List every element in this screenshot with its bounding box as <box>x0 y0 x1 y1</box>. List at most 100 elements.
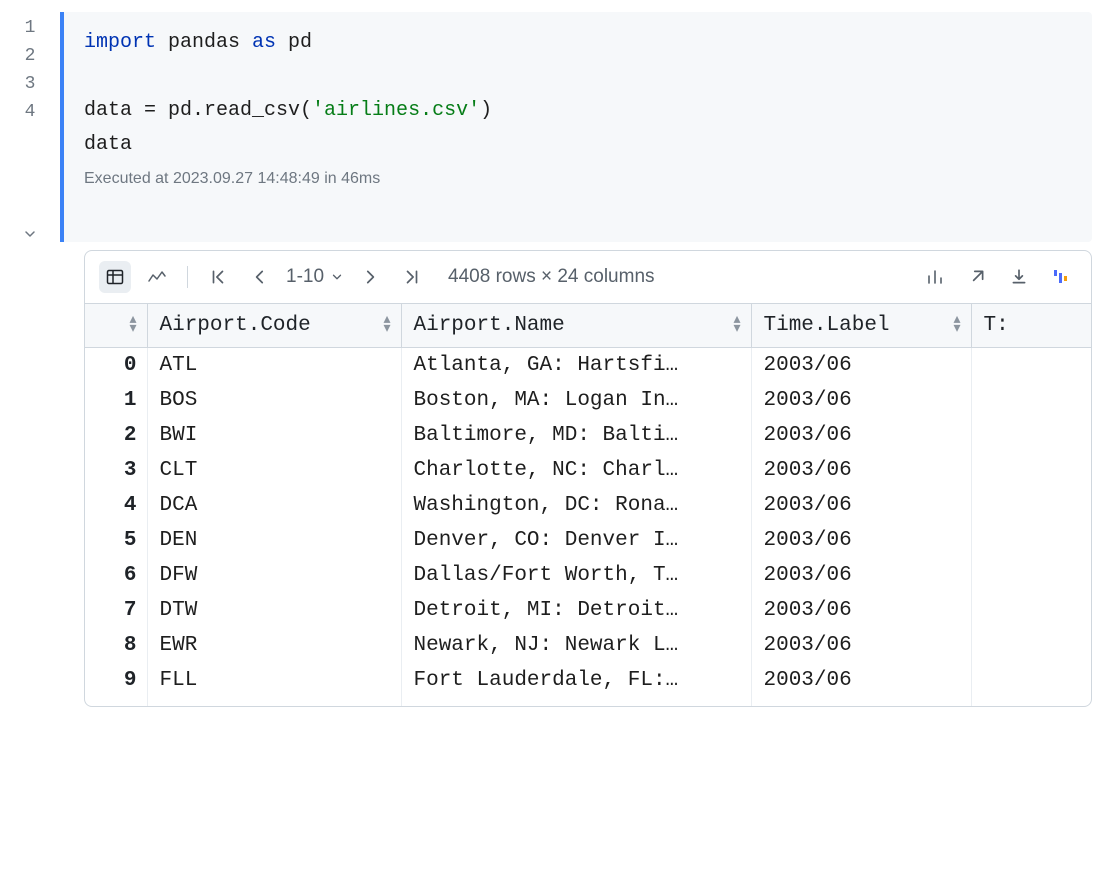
cell-airport-code: DCA <box>147 488 401 523</box>
table-row[interactable]: 1BOSBoston, MA: Logan In…2003/06 <box>85 383 1091 418</box>
first-page-button[interactable] <box>202 261 234 293</box>
gutter: 1 2 3 4 <box>0 0 60 242</box>
row-index: 6 <box>85 558 147 593</box>
cell-time-label: 2003/06 <box>751 663 971 706</box>
cell-truncated <box>971 523 1091 558</box>
cell-airport-code: DTW <box>147 593 401 628</box>
chevron-down-icon <box>330 270 344 284</box>
cell-time-label: 2003/06 <box>751 523 971 558</box>
last-page-button[interactable] <box>396 261 428 293</box>
table-row[interactable]: 7DTWDetroit, MI: Detroit…2003/06 <box>85 593 1091 628</box>
row-index: 8 <box>85 628 147 663</box>
line-number: 3 <box>0 70 60 98</box>
cell-airport-name: Dallas/Fort Worth, T… <box>401 558 751 593</box>
table-row[interactable]: 9FLLFort Lauderdale, FL:…2003/06 <box>85 663 1091 706</box>
cell-airport-code: CLT <box>147 453 401 488</box>
column-header-airport-name[interactable]: Airport.Name▴▾ <box>401 304 751 348</box>
cell-airport-name: Newark, NJ: Newark L… <box>401 628 751 663</box>
sort-icon: ▴▾ <box>129 316 136 336</box>
page-range-selector[interactable]: 1-10 <box>286 266 344 288</box>
line-number: 4 <box>0 98 60 126</box>
table-icon <box>105 267 125 287</box>
download-icon <box>1010 268 1028 286</box>
table-view-button[interactable] <box>99 261 131 293</box>
table-row[interactable]: 6DFWDallas/Fort Worth, T…2003/06 <box>85 558 1091 593</box>
cell-truncated <box>971 348 1091 384</box>
chart-view-button[interactable] <box>141 261 173 293</box>
notebook-cell: 1 2 3 4 import pandas as pd data = pd.re… <box>0 0 1104 242</box>
cell-airport-code: EWR <box>147 628 401 663</box>
column-header-airport-code[interactable]: Airport.Code▴▾ <box>147 304 401 348</box>
table-row[interactable]: 3CLTCharlotte, NC: Charl…2003/06 <box>85 453 1091 488</box>
cell-airport-name: Fort Lauderdale, FL:… <box>401 663 751 706</box>
sort-icon: ▴▾ <box>733 316 740 336</box>
cell-truncated <box>971 558 1091 593</box>
dataframe-toolbar: 1-10 4408 rows × 24 columns <box>85 251 1091 303</box>
cell-truncated <box>971 383 1091 418</box>
first-page-icon <box>209 268 227 286</box>
cell-airport-name: Boston, MA: Logan In… <box>401 383 751 418</box>
table-row[interactable]: 8EWRNewark, NJ: Newark L…2003/06 <box>85 628 1091 663</box>
code-line: import pandas as pd <box>84 26 1072 60</box>
last-page-icon <box>403 268 421 286</box>
cell-time-label: 2003/06 <box>751 348 971 384</box>
column-header-truncated[interactable]: T: <box>971 304 1091 348</box>
cell-time-label: 2003/06 <box>751 488 971 523</box>
next-page-button[interactable] <box>354 261 386 293</box>
bar-chart-icon <box>925 267 945 287</box>
code-line: data = pd.read_csv('airlines.csv') <box>84 94 1072 128</box>
row-index: 4 <box>85 488 147 523</box>
cell-truncated <box>971 628 1091 663</box>
chevron-right-icon <box>361 268 379 286</box>
table-row[interactable]: 2BWIBaltimore, MD: Balti…2003/06 <box>85 418 1091 453</box>
external-link-icon <box>968 268 986 286</box>
cell-airport-code: DFW <box>147 558 401 593</box>
execution-status: Executed at 2023.09.27 14:48:49 in 46ms <box>84 170 1072 188</box>
cell-airport-code: DEN <box>147 523 401 558</box>
cell-truncated <box>971 593 1091 628</box>
open-external-button[interactable] <box>961 261 993 293</box>
row-index: 3 <box>85 453 147 488</box>
cell-truncated <box>971 453 1091 488</box>
chevron-left-icon <box>251 268 269 286</box>
code-line <box>84 60 1072 94</box>
cell-airport-name: Detroit, MI: Detroit… <box>401 593 751 628</box>
cell-airport-name: Denver, CO: Denver I… <box>401 523 751 558</box>
row-index: 1 <box>85 383 147 418</box>
datalore-button[interactable] <box>1045 261 1077 293</box>
download-button[interactable] <box>1003 261 1035 293</box>
sort-icon: ▴▾ <box>953 316 960 336</box>
cell-airport-code: BOS <box>147 383 401 418</box>
row-index: 5 <box>85 523 147 558</box>
row-col-summary: 4408 rows × 24 columns <box>448 266 654 288</box>
table-row[interactable]: 4DCAWashington, DC: Rona…2003/06 <box>85 488 1091 523</box>
line-number: 2 <box>0 42 60 70</box>
cell-time-label: 2003/06 <box>751 558 971 593</box>
cell-truncated <box>971 488 1091 523</box>
output-frame: 1-10 4408 rows × 24 columns <box>84 250 1092 707</box>
cell-airport-code: ATL <box>147 348 401 384</box>
cell-time-label: 2003/06 <box>751 383 971 418</box>
cell-time-label: 2003/06 <box>751 453 971 488</box>
prev-page-button[interactable] <box>244 261 276 293</box>
index-header[interactable]: ▴▾ <box>85 304 147 348</box>
sort-icon: ▴▾ <box>383 316 390 336</box>
code-cell[interactable]: import pandas as pd data = pd.read_csv('… <box>60 12 1092 242</box>
table-row[interactable]: 5DENDenver, CO: Denver I…2003/06 <box>85 523 1091 558</box>
cell-time-label: 2003/06 <box>751 593 971 628</box>
row-index: 0 <box>85 348 147 384</box>
collapse-toggle[interactable] <box>0 226 60 242</box>
row-index: 7 <box>85 593 147 628</box>
cell-airport-code: FLL <box>147 663 401 706</box>
cell-airport-name: Washington, DC: Rona… <box>401 488 751 523</box>
column-header-time-label[interactable]: Time.Label▴▾ <box>751 304 971 348</box>
row-index: 9 <box>85 663 147 706</box>
cell-airport-name: Charlotte, NC: Charl… <box>401 453 751 488</box>
cell-airport-code: BWI <box>147 418 401 453</box>
output-container: 1-10 4408 rows × 24 columns <box>84 250 1092 707</box>
statistics-button[interactable] <box>919 261 951 293</box>
toolbar-divider <box>187 266 188 288</box>
table-header-row: ▴▾ Airport.Code▴▾ Airport.Name▴▾ Time.La… <box>85 304 1091 348</box>
code-line: data <box>84 128 1072 162</box>
table-row[interactable]: 0ATLAtlanta, GA: Hartsfi…2003/06 <box>85 348 1091 384</box>
